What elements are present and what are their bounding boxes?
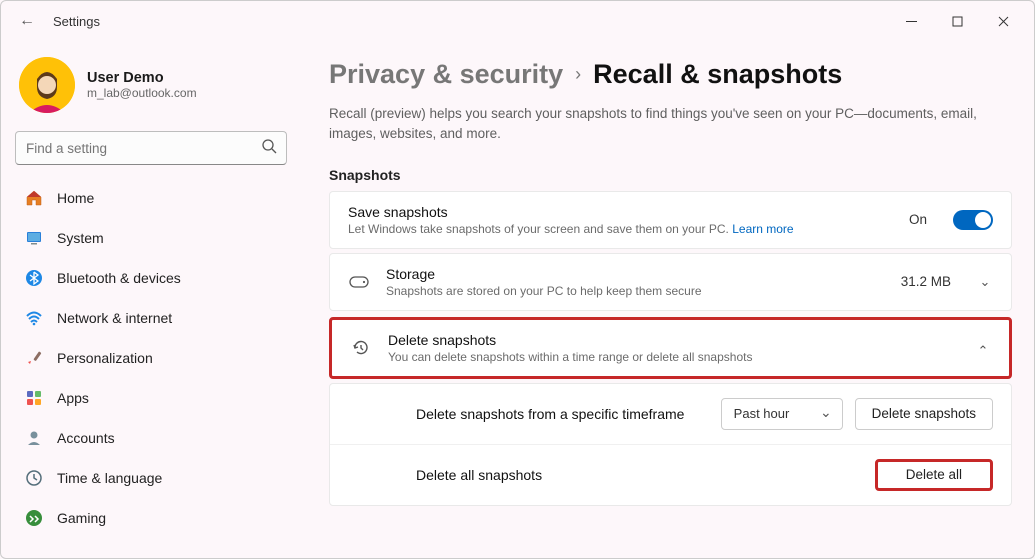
time-icon [25, 469, 43, 487]
delete-all-button[interactable]: Delete all [875, 459, 993, 491]
sidebar-item-network[interactable]: Network & internet [15, 299, 287, 337]
timeframe-select[interactable]: Past hour [721, 398, 843, 430]
learn-more-link[interactable]: Learn more [732, 222, 793, 236]
chevron-down-icon: ⌄ [977, 274, 993, 290]
sidebar-item-label: System [57, 230, 104, 246]
title-bar: ← Settings [1, 1, 1034, 41]
sidebar-item-personalization[interactable]: Personalization [15, 339, 287, 377]
page-description: Recall (preview) helps you search your s… [329, 104, 989, 145]
sidebar-item-time[interactable]: Time & language [15, 459, 287, 497]
user-block[interactable]: User Demo m_lab@outlook.com [15, 51, 287, 127]
sidebar-item-apps[interactable]: Apps [15, 379, 287, 417]
sidebar-item-label: Time & language [57, 470, 162, 486]
sidebar: User Demo m_lab@outlook.com Home System … [1, 41, 301, 558]
personalization-icon [25, 349, 43, 367]
chevron-up-icon: ⌃ [975, 343, 991, 359]
delete-snapshots-button[interactable]: Delete snapshots [855, 398, 993, 430]
save-snapshots-title: Save snapshots [348, 204, 893, 220]
apps-icon [25, 389, 43, 407]
storage-card[interactable]: Storage Snapshots are stored on your PC … [329, 253, 1012, 311]
storage-sub: Snapshots are stored on your PC to help … [386, 284, 885, 298]
breadcrumb-parent[interactable]: Privacy & security [329, 59, 563, 90]
sidebar-item-label: Bluetooth & devices [57, 270, 181, 286]
bluetooth-icon [25, 269, 43, 287]
sidebar-item-gaming[interactable]: Gaming [15, 499, 287, 537]
timeframe-label: Delete snapshots from a specific timefra… [416, 406, 684, 422]
minimize-button[interactable] [888, 5, 934, 37]
breadcrumb-current: Recall & snapshots [593, 59, 842, 90]
gaming-icon [25, 509, 43, 527]
accounts-icon [25, 429, 43, 447]
storage-value: 31.2 MB [901, 274, 951, 289]
storage-icon [348, 276, 370, 288]
search-icon [262, 139, 277, 157]
history-icon [350, 338, 372, 358]
search-field[interactable] [15, 131, 287, 165]
sidebar-item-bluetooth[interactable]: Bluetooth & devices [15, 259, 287, 297]
home-icon [25, 189, 43, 207]
avatar [19, 57, 75, 113]
sidebar-item-home[interactable]: Home [15, 179, 287, 217]
section-title: Snapshots [329, 167, 1012, 183]
delete-snapshots-sub: You can delete snapshots within a time r… [388, 350, 959, 364]
sidebar-item-label: Home [57, 190, 94, 206]
sidebar-item-label: Personalization [57, 350, 153, 366]
user-name: User Demo [87, 70, 197, 86]
sidebar-item-label: Network & internet [57, 310, 172, 326]
delete-all-label: Delete all snapshots [416, 467, 542, 483]
delete-snapshots-card[interactable]: Delete snapshots You can delete snapshot… [329, 317, 1012, 379]
save-snapshots-toggle[interactable] [953, 210, 993, 230]
delete-snapshots-panel: Delete snapshots from a specific timefra… [329, 383, 1012, 506]
save-snapshots-sub: Let Windows take snapshots of your scree… [348, 222, 893, 236]
back-button[interactable]: ← [19, 12, 35, 30]
delete-snapshots-title: Delete snapshots [388, 332, 959, 348]
sidebar-item-label: Accounts [57, 430, 115, 446]
main-content: Privacy & security › Recall & snapshots … [301, 41, 1034, 558]
breadcrumb: Privacy & security › Recall & snapshots [329, 59, 1012, 90]
sidebar-item-system[interactable]: System [15, 219, 287, 257]
app-title: Settings [53, 14, 100, 29]
sidebar-item-label: Apps [57, 390, 89, 406]
search-input[interactable] [15, 131, 287, 165]
save-snapshots-card: Save snapshots Let Windows take snapshot… [329, 191, 1012, 249]
toggle-state-label: On [909, 212, 927, 227]
storage-title: Storage [386, 266, 885, 282]
sidebar-item-label: Gaming [57, 510, 106, 526]
user-email: m_lab@outlook.com [87, 86, 197, 100]
maximize-button[interactable] [934, 5, 980, 37]
system-icon [25, 229, 43, 247]
chevron-right-icon: › [575, 64, 581, 85]
close-button[interactable] [980, 5, 1026, 37]
network-icon [25, 309, 43, 327]
sidebar-item-accounts[interactable]: Accounts [15, 419, 287, 457]
